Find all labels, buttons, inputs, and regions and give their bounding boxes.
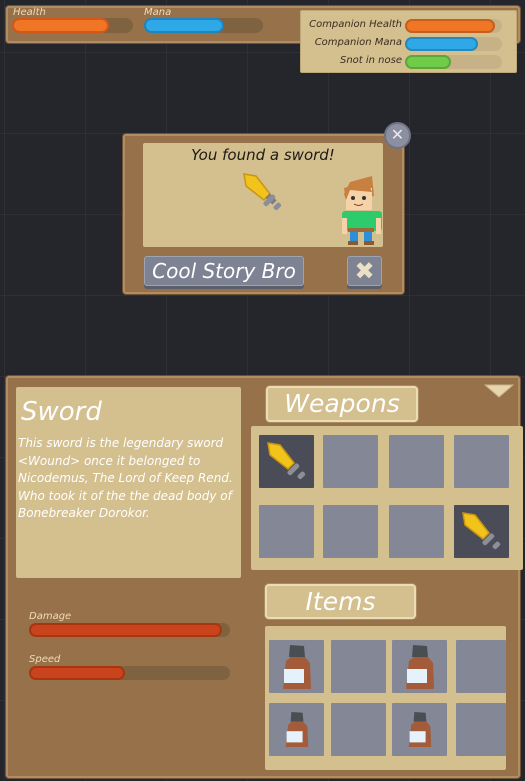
stat-label: Damage xyxy=(29,611,72,622)
potion-icon xyxy=(408,711,432,748)
empty-slot[interactable] xyxy=(323,435,378,488)
weapons-title: Weapons xyxy=(284,389,400,418)
dismiss-button[interactable]: ✖ xyxy=(347,256,382,286)
sword-icon xyxy=(240,170,286,216)
sword-icon xyxy=(264,439,310,485)
cool-story-bro-button[interactable]: Cool Story Bro xyxy=(144,256,304,286)
sword-icon xyxy=(459,509,505,555)
potion-slot[interactable] xyxy=(269,640,324,693)
sword-slot[interactable] xyxy=(259,435,314,488)
companion-stat-label: Companion Mana xyxy=(314,37,402,48)
empty-slot[interactable] xyxy=(456,703,506,756)
stat-bar xyxy=(29,623,230,637)
sword-slot[interactable] xyxy=(454,505,509,558)
companion-stat-label: Companion Health xyxy=(309,19,402,30)
close-icon: ✕ xyxy=(390,125,405,144)
potion-slot[interactable] xyxy=(269,703,324,756)
empty-slot[interactable] xyxy=(323,505,378,558)
empty-slot[interactable] xyxy=(454,435,509,488)
empty-slot[interactable] xyxy=(389,505,444,558)
empty-slot[interactable] xyxy=(259,505,314,558)
potion-icon xyxy=(285,711,309,748)
empty-slot[interactable] xyxy=(456,640,506,693)
collapse-arrow-button[interactable] xyxy=(484,383,514,399)
item-title: Sword xyxy=(21,397,102,427)
item-description: This sword is the legendary sword <Wound… xyxy=(18,436,233,520)
x-icon: ✖ xyxy=(354,257,375,285)
stat-bar xyxy=(29,666,230,680)
confirm-label: Cool Story Bro xyxy=(152,259,296,283)
items-title: Items xyxy=(305,587,376,616)
boy-character xyxy=(338,174,384,246)
dialog-message: You found a sword! xyxy=(191,146,335,164)
tab-items[interactable]: Items xyxy=(265,584,416,619)
companion-stat-bar xyxy=(405,55,502,69)
mana-label: Mana xyxy=(144,7,172,18)
empty-slot[interactable] xyxy=(389,435,444,488)
tab-weapons[interactable]: Weapons xyxy=(266,386,418,422)
potion-slot[interactable] xyxy=(392,640,447,693)
companion-stat-bar xyxy=(405,37,502,51)
potion-slot[interactable] xyxy=(392,703,447,756)
mana-bar xyxy=(144,18,263,33)
companion-stat-bar xyxy=(405,19,502,33)
potion-icon xyxy=(282,644,312,689)
empty-slot[interactable] xyxy=(331,640,386,693)
health-label: Health xyxy=(13,7,46,18)
potion-icon xyxy=(405,644,435,689)
empty-slot[interactable] xyxy=(331,703,386,756)
dialog-close-button[interactable]: ✕ xyxy=(384,122,411,149)
health-bar xyxy=(12,18,133,33)
stat-label: Speed xyxy=(29,654,61,665)
companion-stat-label: Snot in nose xyxy=(339,55,402,66)
